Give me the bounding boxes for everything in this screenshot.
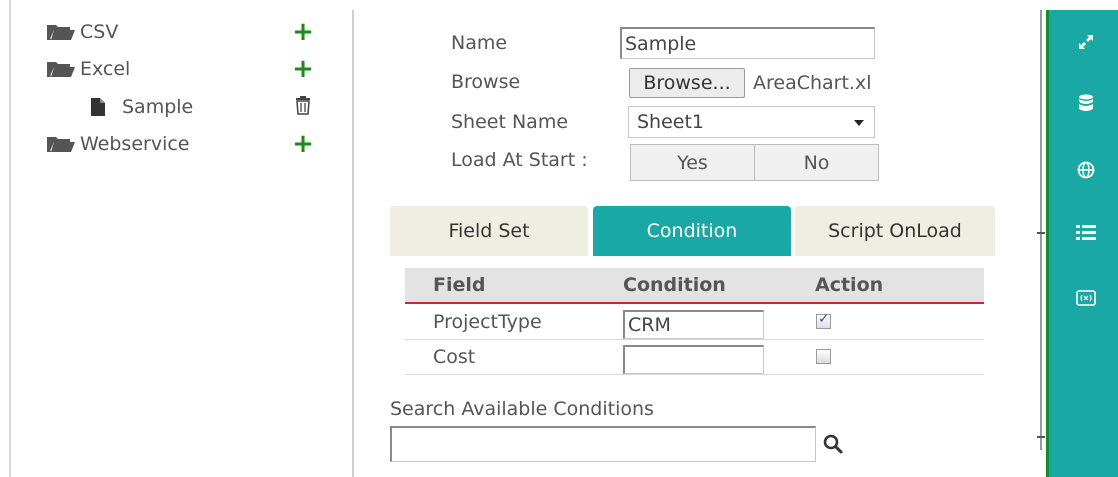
table-row: ProjectType <box>405 306 984 340</box>
globe-icon[interactable] <box>1076 160 1096 180</box>
condition-input[interactable] <box>623 345 764 374</box>
scrollbar-marker <box>1037 436 1045 438</box>
trash-icon <box>295 95 311 119</box>
right-toolbar <box>1046 10 1118 477</box>
plus-icon: + <box>292 17 314 47</box>
field-name: Cost <box>433 346 476 368</box>
tree-item-label: Sample <box>122 96 194 118</box>
browse-label: Browse <box>451 71 521 93</box>
load-no-option[interactable]: No <box>754 145 878 180</box>
sheet-name-label: Sheet Name <box>451 111 569 133</box>
tab-script-onload[interactable]: Script OnLoad <box>795 206 995 256</box>
search-conditions-input[interactable] <box>390 426 816 462</box>
sheet-name-value: Sheet1 <box>637 111 705 133</box>
plus-icon: + <box>292 129 314 159</box>
database-icon[interactable] <box>1076 93 1096 113</box>
action-checkbox[interactable] <box>816 311 831 329</box>
browse-button[interactable]: Browse... <box>629 68 745 98</box>
file-name-text: AreaChart.xl <box>753 72 872 94</box>
condition-input[interactable] <box>623 310 764 339</box>
name-input[interactable] <box>620 27 875 59</box>
load-at-start-toggle: Yes No <box>630 144 879 181</box>
column-header-condition: Condition <box>623 274 726 296</box>
tree-item-csv[interactable]: CSV <box>46 19 118 45</box>
action-checkbox[interactable] <box>816 349 831 364</box>
tree-item-sample[interactable]: Sample <box>90 94 193 120</box>
add-webservice-button[interactable]: + <box>292 129 314 159</box>
column-header-field: Field <box>433 274 486 296</box>
load-yes-option[interactable]: Yes <box>631 145 754 180</box>
name-label: Name <box>451 32 508 54</box>
tab-condition[interactable]: Condition <box>593 206 791 256</box>
chevron-down-icon <box>854 120 864 126</box>
left-panel-border <box>9 0 11 477</box>
search-icon[interactable] <box>822 433 844 455</box>
scrollbar-track[interactable] <box>1040 10 1042 450</box>
tree-item-label: Webservice <box>80 133 190 155</box>
folder-icon <box>46 60 76 78</box>
conditions-table-header: Field Condition Action <box>405 268 984 304</box>
delete-sample-button[interactable] <box>292 96 314 118</box>
tab-field-set[interactable]: Field Set <box>390 206 588 256</box>
folder-icon <box>46 23 76 41</box>
tree-item-excel[interactable]: Excel <box>46 56 130 82</box>
scrollbar-marker <box>1037 232 1045 234</box>
expand-icon[interactable] <box>1076 32 1096 52</box>
plus-icon: + <box>292 54 314 84</box>
column-header-action: Action <box>815 274 884 296</box>
file-icon <box>90 97 112 117</box>
table-row: Cost <box>405 341 984 375</box>
tree-item-label: Excel <box>80 58 131 80</box>
field-name: ProjectType <box>433 311 542 333</box>
panel-divider[interactable] <box>352 10 354 477</box>
tree-item-label: CSV <box>80 21 119 43</box>
sheet-name-select[interactable]: Sheet1 <box>628 106 875 138</box>
add-csv-button[interactable]: + <box>292 17 314 47</box>
tree-item-webservice[interactable]: Webservice <box>46 131 189 157</box>
folder-icon <box>46 135 76 153</box>
list-icon[interactable] <box>1076 223 1096 243</box>
formula-icon[interactable] <box>1076 288 1096 308</box>
load-at-start-label: Load At Start : <box>451 149 588 171</box>
add-excel-button[interactable]: + <box>292 54 314 84</box>
search-conditions-label: Search Available Conditions <box>390 398 654 420</box>
